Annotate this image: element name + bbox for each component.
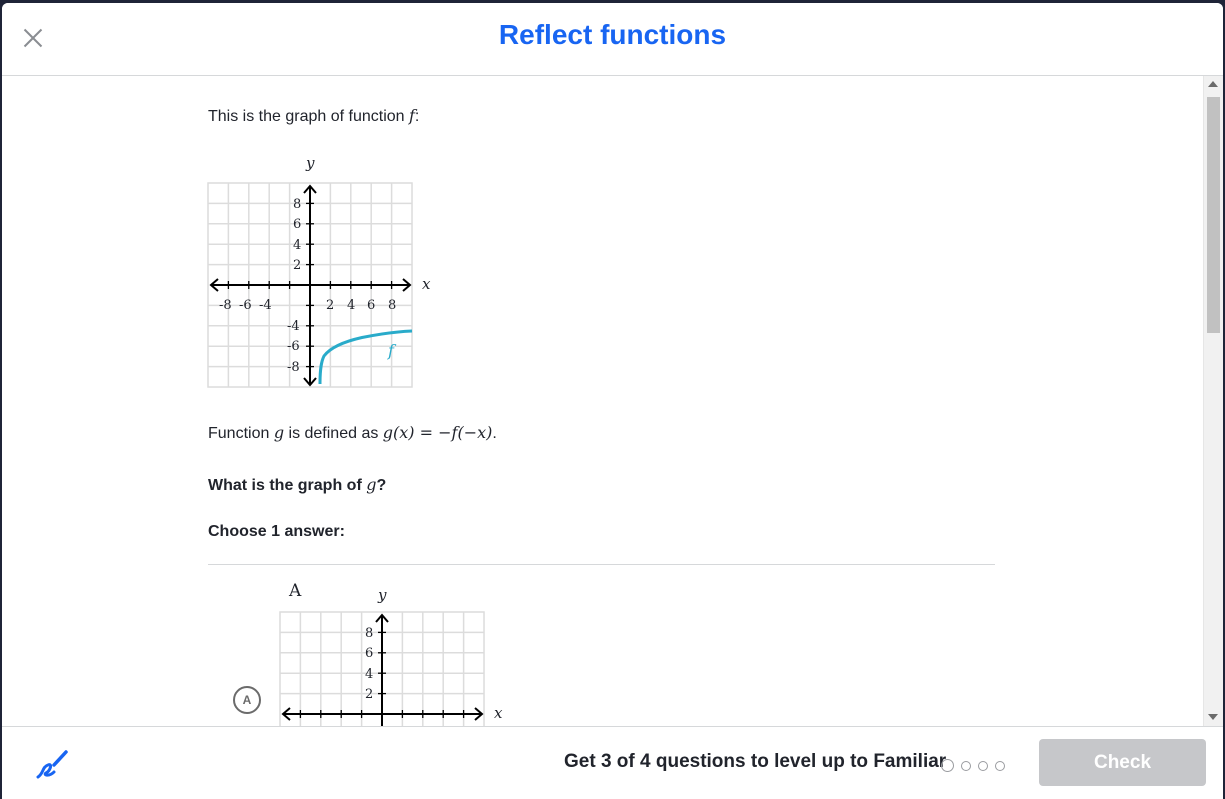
y-tick-label: 4 [293, 238, 301, 253]
def-mid: is defined as [284, 425, 383, 442]
x-tick-label: -6 [239, 298, 252, 313]
footer: Get 3 of 4 questions to level up to Fami… [2, 726, 1223, 799]
x-tick-label: 2 [326, 298, 334, 313]
choose-instruction: Choose 1 answer: [208, 523, 345, 540]
graph-f-x-label: x [422, 275, 431, 293]
x-tick-label: 6 [367, 298, 375, 313]
intro-colon: : [414, 108, 420, 125]
progress-dot [961, 760, 971, 771]
graph-f-axes [209, 184, 412, 387]
scrollbar[interactable] [1203, 76, 1223, 726]
ask-prefix: What is the graph of [208, 477, 367, 494]
def-formula: g(x) = −f(−x) [382, 423, 493, 442]
def-var: g [273, 423, 285, 442]
scroll-up-arrow-icon[interactable] [1208, 81, 1218, 87]
graph-f: y x -8 -6 -4 2 4 6 8 8 6 4 2 -4 -6 -8 f [207, 154, 431, 388]
y-tick-label: -8 [287, 360, 300, 375]
ask-var: g [366, 475, 377, 494]
x-tick-label: 8 [388, 298, 396, 313]
scroll-down-arrow-icon[interactable] [1208, 714, 1218, 720]
y-tick-label: 4 [365, 667, 373, 682]
definition-text: Function g is defined as g(x) = −f(−x). [208, 423, 497, 443]
header: Reflect functions [2, 3, 1223, 76]
check-button[interactable]: Check [1039, 739, 1206, 786]
y-tick-label: 8 [293, 197, 301, 212]
graph-f-curve-label: f [387, 341, 397, 360]
def-prefix: Function [208, 425, 274, 442]
y-tick-label: -6 [287, 339, 300, 354]
y-tick-label: -4 [287, 319, 300, 334]
intro-text-label: This is the graph of function [208, 108, 409, 125]
choice-a-radio[interactable]: A [233, 686, 261, 714]
choice-a-y-label: y [377, 586, 387, 604]
progress-dots [941, 757, 1012, 775]
divider [208, 564, 995, 565]
def-end: . [492, 425, 497, 442]
graph-f-curve [318, 329, 413, 385]
y-tick-label: 6 [365, 646, 373, 661]
progress-dot [978, 760, 988, 771]
question-prompt: What is the graph of g? [208, 475, 386, 495]
question-area: This is the graph of function f: y x -8 … [2, 76, 1204, 726]
y-tick-label: 6 [293, 217, 301, 232]
progress-text: Get 3 of 4 questions to level up to Fami… [564, 751, 947, 772]
y-tick-label: 2 [365, 687, 373, 702]
x-tick-label: -8 [219, 298, 232, 313]
choice-a-graph[interactable]: y x 8 6 4 2 [274, 581, 514, 726]
x-tick-label: 4 [347, 298, 355, 313]
exercise-dialog: Reflect functions This is the graph of f… [2, 3, 1223, 799]
page-title: Reflect functions [498, 19, 727, 50]
y-tick-label: 8 [365, 626, 373, 641]
progress-dot [941, 759, 954, 773]
ask-q: ? [376, 477, 387, 494]
intro-text: This is the graph of function f: [208, 106, 419, 126]
x-tick-label: -4 [259, 298, 272, 313]
progress-dot [995, 760, 1005, 771]
graph-f-y-label: y [305, 154, 315, 172]
choice-a-x-label: x [494, 704, 503, 722]
scroll-thumb[interactable] [1207, 97, 1220, 333]
scratchpad-pencil-icon[interactable] [34, 747, 68, 781]
y-tick-label: 2 [293, 258, 301, 273]
